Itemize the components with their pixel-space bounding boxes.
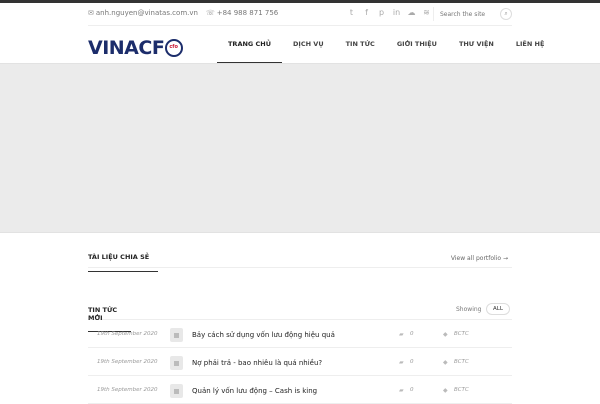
social-links: t f p in ☁ ≋: [347, 8, 431, 17]
phone[interactable]: ☏ +84 988 871 756: [206, 9, 278, 17]
post-title[interactable]: Nợ phải trả - bao nhiêu là quá nhiều?: [192, 359, 322, 367]
comment-icon: ▰: [399, 359, 404, 366]
news-section-header: TIN TỨC MỚI Showing ALL: [88, 302, 512, 332]
nav-library[interactable]: THƯ VIỆN: [448, 26, 505, 63]
search-input[interactable]: [440, 8, 496, 20]
document-icon: [170, 328, 183, 342]
tag-icon: ◆: [443, 359, 448, 366]
document-icon: [170, 384, 183, 398]
nav-services[interactable]: DỊCH VỤ: [282, 26, 335, 63]
post-date: 19th September 2020: [97, 331, 158, 337]
top-bar: ✉ anh.nguyen@vinatas.com.vn ☏ +84 988 871 …: [0, 3, 600, 25]
logo-text: VINACF: [88, 37, 165, 59]
post-title[interactable]: Quản lý vốn lưu động – Cash is king: [192, 387, 317, 395]
comment-icon: ▰: [399, 387, 404, 394]
comment-count[interactable]: 0: [410, 387, 414, 393]
tag-icon: ◆: [443, 331, 448, 338]
twitter-icon[interactable]: t: [347, 8, 356, 17]
list-item: 19th September 2020 Nợ phải trả - bao nh…: [88, 349, 512, 376]
nav-home[interactable]: TRANG CHỦ: [217, 26, 282, 64]
post-tag[interactable]: BCTC: [454, 359, 469, 365]
site-logo[interactable]: VINACF cfo: [88, 37, 184, 59]
post-tag[interactable]: BCTC: [454, 331, 469, 337]
phone-text: +84 988 871 756: [216, 9, 279, 17]
documents-section-title: TÀI LIỆU CHIA SẺ: [88, 253, 158, 272]
showing-label: Showing: [456, 306, 482, 313]
tag-icon: ◆: [443, 387, 448, 394]
cloud-icon[interactable]: ☁: [407, 8, 416, 17]
filter-all-button[interactable]: ALL: [486, 303, 510, 315]
phone-icon: ☏: [205, 9, 215, 17]
main-nav: TRANG CHỦ DỊCH VỤ TIN TỨC GIỚI THIỆU THƯ…: [217, 26, 556, 64]
logo-mark: cfo: [165, 39, 184, 57]
search-box: ⌕: [433, 7, 513, 21]
list-item: 19th September 2020 Bảy cách sử dụng vốn…: [88, 321, 512, 348]
nav-about[interactable]: GIỚI THIỆU: [386, 26, 448, 63]
documents-section-header: TÀI LIỆU CHIA SẺ View all portfolio →: [88, 250, 512, 272]
post-date: 19th September 2020: [97, 387, 158, 393]
comment-count[interactable]: 0: [410, 359, 414, 365]
nav-contact[interactable]: LIÊN HỆ: [505, 26, 556, 63]
pinterest-icon[interactable]: p: [377, 8, 386, 17]
logo-mark-text: cfo: [169, 44, 178, 50]
document-icon: [170, 356, 183, 370]
comment-icon: ▰: [399, 331, 404, 338]
post-title[interactable]: Bảy cách sử dụng vốn lưu động hiệu quả: [192, 331, 335, 339]
post-tag[interactable]: BCTC: [454, 387, 469, 393]
comment-count[interactable]: 0: [410, 331, 414, 337]
rss-icon[interactable]: ≋: [422, 8, 431, 17]
nav-news[interactable]: TIN TỨC: [335, 26, 386, 63]
mail-icon: ✉: [88, 9, 94, 17]
facebook-icon[interactable]: f: [362, 8, 371, 17]
email-text: anh.nguyen@vinatas.com.vn: [95, 9, 198, 17]
view-all-portfolio-link[interactable]: View all portfolio →: [451, 255, 508, 262]
email[interactable]: ✉ anh.nguyen@vinatas.com.vn: [88, 9, 198, 17]
linkedin-icon[interactable]: in: [392, 8, 401, 17]
post-date: 19th September 2020: [97, 359, 158, 365]
contact-info: ✉ anh.nguyen@vinatas.com.vn ☏ +84 988 871 …: [88, 9, 278, 17]
hero-banner: [0, 63, 600, 233]
search-icon[interactable]: ⌕: [500, 8, 512, 20]
